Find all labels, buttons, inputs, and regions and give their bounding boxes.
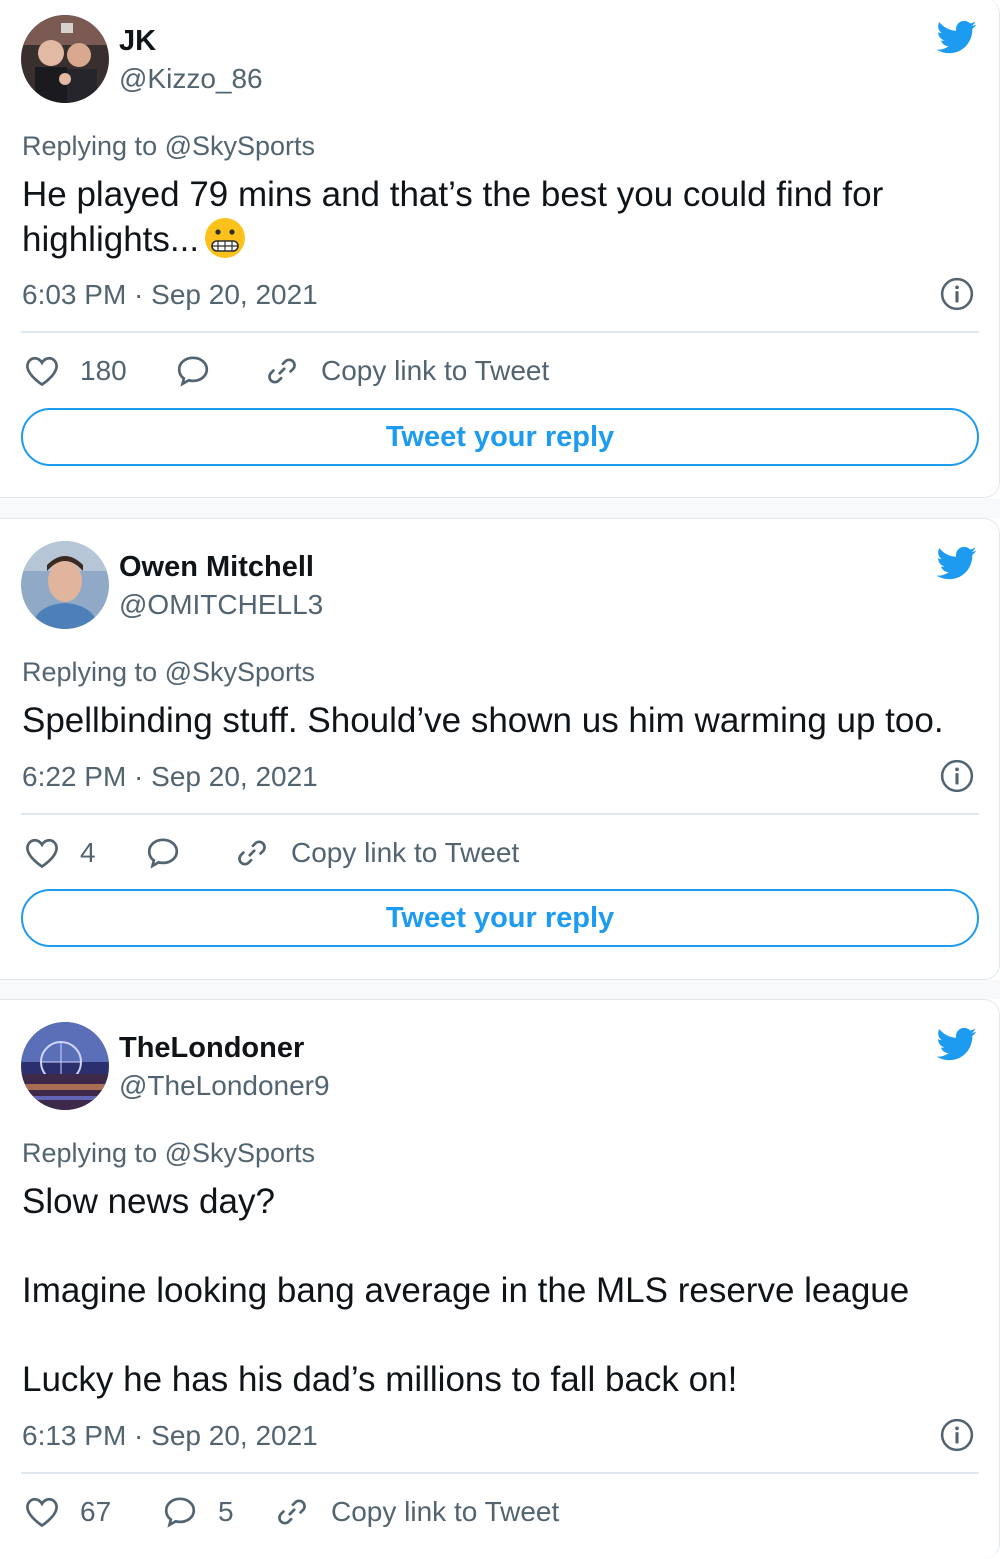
avatar[interactable] <box>21 541 109 629</box>
tweet-text-line: Slow news day? <box>22 1182 275 1221</box>
user-handle[interactable]: @Kizzo_86 <box>119 63 263 95</box>
divider <box>21 1472 979 1474</box>
tweet-text-content: He played 79 mins and that’s the best yo… <box>22 175 884 259</box>
heart-icon <box>24 1494 60 1530</box>
copy-link-button[interactable]: Copy link to Tweet <box>274 1494 559 1530</box>
like-count: 67 <box>80 1496 112 1527</box>
like-button[interactable]: 180 <box>24 353 127 389</box>
copy-link-label: Copy link to Tweet <box>331 1496 560 1527</box>
like-button[interactable]: 67 <box>24 1494 111 1530</box>
info-icon[interactable] <box>940 1418 974 1452</box>
avatar[interactable] <box>21 15 109 103</box>
divider <box>21 331 979 333</box>
separator <box>0 980 1000 999</box>
link-icon <box>234 835 270 871</box>
heart-icon <box>24 353 60 389</box>
replying-to[interactable]: Replying to @SkySports <box>22 657 315 688</box>
twitter-bird-icon[interactable] <box>934 543 980 583</box>
twitter-bird-icon[interactable] <box>934 1024 980 1064</box>
reply-button[interactable] <box>145 835 181 871</box>
user-handle[interactable]: @TheLondoner9 <box>119 1070 330 1102</box>
like-button[interactable]: 4 <box>24 835 96 871</box>
twitter-bird-icon[interactable] <box>934 17 980 57</box>
reply-count: 5 <box>218 1496 234 1527</box>
link-icon <box>274 1494 310 1530</box>
copy-link-button[interactable]: Copy link to Tweet <box>264 353 549 389</box>
tweet-text: Spellbinding stuff. Should’ve shown us h… <box>22 701 944 740</box>
copy-link-button[interactable]: Copy link to Tweet <box>234 835 519 871</box>
tweet-text-line: Lucky he has his dad’s millions to fall … <box>22 1360 738 1399</box>
reply-button[interactable] <box>175 353 211 389</box>
link-icon <box>264 353 300 389</box>
display-name[interactable]: JK <box>119 25 156 58</box>
like-count: 4 <box>80 837 96 868</box>
reply-bubble-icon <box>145 835 181 871</box>
heart-icon <box>24 835 60 871</box>
tweet-your-reply-button[interactable]: Tweet your reply <box>21 408 979 466</box>
copy-link-label: Copy link to Tweet <box>321 355 550 386</box>
info-icon[interactable] <box>940 277 974 311</box>
replying-to[interactable]: Replying to @SkySports <box>22 131 315 162</box>
display-name[interactable]: Owen Mitchell <box>119 551 314 584</box>
avatar[interactable] <box>21 1022 109 1110</box>
tweet-timestamp[interactable]: 6:03 PM · Sep 20, 2021 <box>22 279 318 311</box>
reply-bubble-icon <box>175 353 211 389</box>
separator <box>0 499 1000 518</box>
replying-to[interactable]: Replying to @SkySports <box>22 1138 315 1169</box>
divider <box>21 813 979 815</box>
reply-bubble-icon <box>162 1494 198 1530</box>
info-icon[interactable] <box>940 759 974 793</box>
tweet-text-line: Imagine looking bang average in the MLS … <box>22 1271 910 1310</box>
tweet-timestamp[interactable]: 6:13 PM · Sep 20, 2021 <box>22 1420 318 1452</box>
display-name[interactable]: TheLondoner <box>119 1032 304 1065</box>
tweet-your-reply-button[interactable]: Tweet your reply <box>21 889 979 947</box>
grimacing-face-emoji <box>203 216 247 260</box>
copy-link-label: Copy link to Tweet <box>291 837 520 868</box>
reply-button[interactable]: 5 <box>162 1494 234 1530</box>
tweet-timestamp[interactable]: 6:22 PM · Sep 20, 2021 <box>22 761 318 793</box>
user-handle[interactable]: @OMITCHELL3 <box>119 589 323 621</box>
like-count: 180 <box>80 355 127 386</box>
tweet-text: He played 79 mins and that’s the best yo… <box>22 172 982 264</box>
